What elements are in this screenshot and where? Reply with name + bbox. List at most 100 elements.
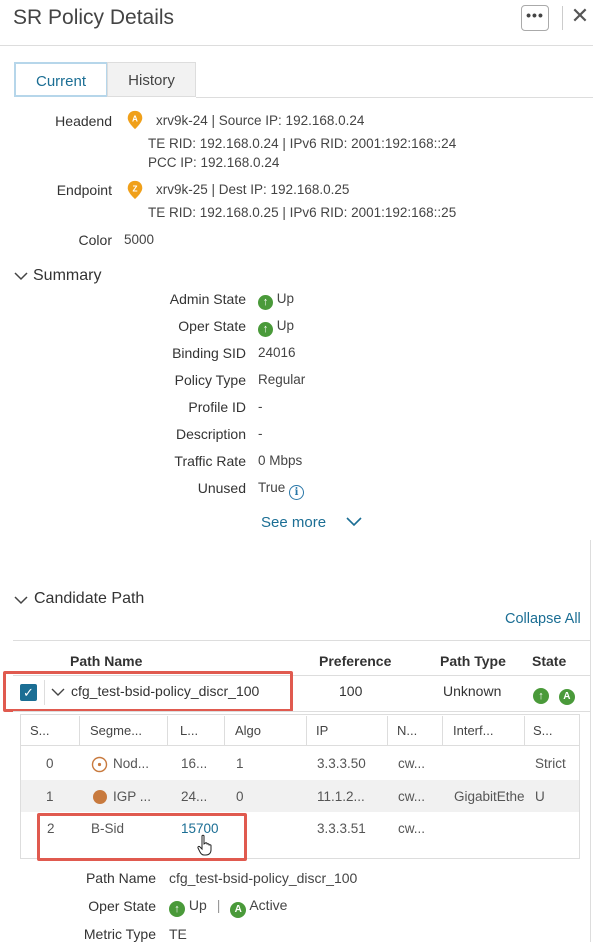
path-select-checkbox[interactable]: ✓ bbox=[20, 684, 37, 701]
col-sep bbox=[79, 716, 80, 745]
admin-state-value: ↑ Up bbox=[258, 291, 294, 310]
summary-title[interactable]: Summary bbox=[33, 267, 101, 285]
description-label: Description bbox=[175, 426, 246, 442]
tab-current[interactable]: Current bbox=[14, 62, 108, 97]
headend-line3: PCC IP: 192.168.0.24 bbox=[148, 155, 280, 170]
cell-algo: 1 bbox=[236, 756, 244, 771]
col-sep bbox=[224, 716, 225, 745]
cell-n: cw... bbox=[398, 756, 426, 771]
unused-label: Unused bbox=[197, 480, 246, 496]
header-divider-line bbox=[0, 45, 593, 46]
oper-state-up-text: Up bbox=[188, 897, 207, 913]
sub-col-algo[interactable]: Algo bbox=[235, 723, 261, 738]
cell-algo: 0 bbox=[236, 789, 244, 804]
col-sep bbox=[524, 716, 525, 745]
col-sep bbox=[442, 716, 443, 745]
sub-col-ip[interactable]: IP bbox=[316, 723, 328, 738]
cell-s: 2 bbox=[47, 821, 55, 836]
endpoint-pin-icon: Z bbox=[127, 180, 143, 200]
headend-line2: TE RID: 192.168.0.24 | IPv6 RID: 2001:19… bbox=[148, 136, 457, 151]
sub-col-s[interactable]: S... bbox=[30, 723, 50, 738]
profile-id-label: Profile ID bbox=[188, 399, 246, 415]
headend-pin-letter: A bbox=[132, 114, 138, 123]
sub-col-s2[interactable]: S... bbox=[533, 723, 553, 738]
table-row-line bbox=[13, 711, 591, 712]
endpoint-label: Endpoint bbox=[56, 182, 112, 198]
summary-chevron-down-icon[interactable] bbox=[13, 270, 29, 282]
cell-s: 0 bbox=[46, 756, 54, 771]
color-value: 5000 bbox=[124, 232, 155, 247]
headend-label: Headend bbox=[55, 113, 112, 129]
pipe-separator: | bbox=[216, 897, 221, 913]
profile-id-value: - bbox=[258, 399, 263, 414]
more-options-button[interactable]: ••• bbox=[521, 5, 549, 31]
tab-history[interactable]: History bbox=[107, 62, 196, 97]
tab-baseline bbox=[196, 97, 593, 98]
cell-ip: 3.3.3.50 bbox=[317, 756, 366, 771]
cell-n: cw... bbox=[398, 821, 426, 836]
cell-segment: Nod... bbox=[113, 756, 150, 771]
cell-l: 24... bbox=[181, 789, 208, 804]
cell-ip: 3.3.3.51 bbox=[317, 821, 366, 836]
up-arrow-icon: ↑ bbox=[258, 295, 273, 310]
igp-adjacency-icon bbox=[93, 790, 107, 804]
col-sep bbox=[167, 716, 168, 745]
path-name-value[interactable]: cfg_test-bsid-policy_discr_100 bbox=[71, 683, 259, 699]
see-more-link[interactable]: See more bbox=[261, 514, 326, 531]
cell-segment: B-Sid bbox=[91, 821, 125, 836]
traffic-rate-label: Traffic Rate bbox=[174, 453, 246, 469]
up-arrow-icon: ↑ bbox=[258, 322, 273, 337]
sub-col-segment[interactable]: Segme... bbox=[90, 723, 142, 738]
cell-n: cw... bbox=[398, 789, 426, 804]
close-icon[interactable]: ✕ bbox=[570, 3, 590, 29]
color-label: Color bbox=[78, 232, 112, 248]
oper-state-text: Up bbox=[276, 318, 295, 333]
node-sid-icon bbox=[91, 756, 108, 773]
sub-col-n[interactable]: N... bbox=[397, 723, 417, 738]
endpoint-line2: TE RID: 192.168.0.25 | IPv6 RID: 2001:19… bbox=[148, 205, 457, 220]
col-header-path-name[interactable]: Path Name bbox=[70, 653, 142, 669]
col-sep bbox=[387, 716, 388, 745]
path-type-value: Unknown bbox=[443, 683, 502, 699]
endpoint-line1: xrv9k-25 | Dest IP: 192.168.0.25 bbox=[156, 182, 350, 197]
traffic-rate-value: 0 Mbps bbox=[258, 453, 303, 468]
collapse-all-link[interactable]: Collapse All bbox=[505, 611, 581, 627]
col-sep bbox=[306, 716, 307, 745]
col-header-state[interactable]: State bbox=[532, 653, 566, 669]
binding-sid-label: Binding SID bbox=[172, 345, 246, 361]
cell-interface: GigabitEthe bbox=[454, 789, 524, 804]
up-arrow-icon: ↑ bbox=[533, 688, 549, 704]
sub-col-interface[interactable]: Interf... bbox=[453, 723, 493, 738]
candidate-path-chevron-down-icon[interactable] bbox=[13, 594, 29, 606]
detail-oper-state-label: Oper State bbox=[88, 898, 156, 914]
oper-state-active-text: Active bbox=[249, 897, 288, 913]
policy-type-value: Regular bbox=[258, 372, 306, 387]
sub-col-l[interactable]: L... bbox=[180, 723, 198, 738]
hand-cursor-icon bbox=[197, 834, 212, 856]
path-preference-value: 100 bbox=[339, 683, 363, 699]
active-badge-icon: A bbox=[558, 689, 575, 705]
col-header-path-type[interactable]: Path Type bbox=[440, 653, 506, 669]
detail-metric-type-label: Metric Type bbox=[83, 926, 156, 942]
headend-pin-icon: A bbox=[127, 110, 143, 130]
oper-state-value: ↑ Up bbox=[258, 318, 294, 337]
policy-type-label: Policy Type bbox=[174, 372, 246, 388]
info-icon[interactable]: i bbox=[289, 485, 305, 500]
table-top-line bbox=[13, 640, 591, 641]
cell-l: 16... bbox=[181, 756, 208, 771]
detail-oper-state-value: ↑ Up | A Active bbox=[169, 897, 287, 918]
cell-segment: IGP ... bbox=[113, 789, 152, 804]
path-row-chevron-down-icon[interactable] bbox=[51, 687, 65, 697]
header-divider bbox=[562, 6, 563, 30]
unused-text: True bbox=[258, 480, 286, 495]
binding-sid-value: 24016 bbox=[258, 345, 296, 360]
detail-metric-type-value: TE bbox=[169, 926, 187, 942]
see-more-chevron-down-icon[interactable] bbox=[345, 516, 363, 528]
detail-path-name-label: Path Name bbox=[85, 870, 156, 886]
col-header-preference[interactable]: Preference bbox=[319, 653, 391, 669]
admin-state-label: Admin State bbox=[169, 291, 246, 307]
candidate-path-title[interactable]: Candidate Path bbox=[34, 590, 144, 608]
cell-ip: 11.1.2... bbox=[317, 789, 365, 804]
unused-value: True i bbox=[258, 480, 305, 500]
path-state: ↑ A bbox=[533, 684, 575, 705]
